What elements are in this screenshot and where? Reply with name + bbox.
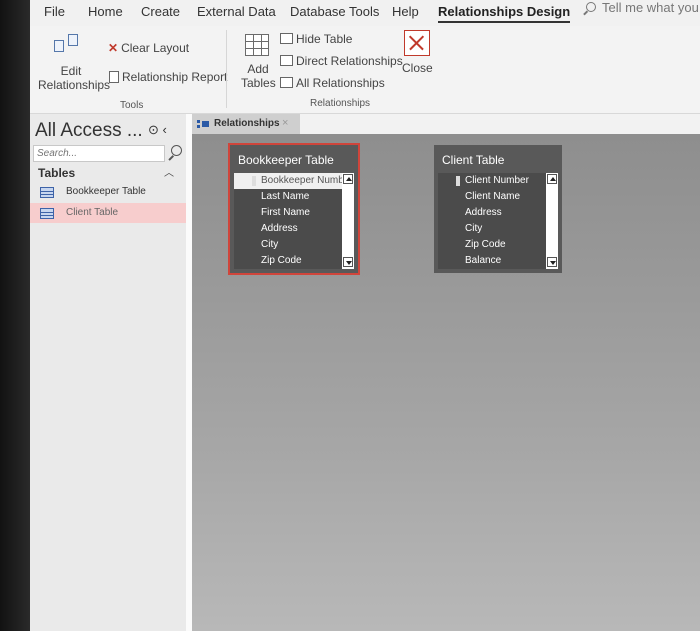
table-box-client[interactable]: Client Table Client Number Client Name A… <box>434 145 562 273</box>
document-tab-bar: Relationships × <box>192 114 700 134</box>
direct-relationships-button[interactable]: Direct Relationships <box>280 54 403 68</box>
hide-table-button[interactable]: Hide Table <box>280 32 352 46</box>
monitor-bezel <box>0 0 30 631</box>
field-label: Client Number <box>465 175 529 186</box>
key-icon <box>456 176 460 186</box>
field-label: Zip Code <box>465 239 506 250</box>
menu-tabs: File Home Create External Data Database … <box>30 0 700 26</box>
nav-pane-title[interactable]: All Access ... <box>35 120 143 142</box>
field-list: Bookkeeper Number Last Name First Name A… <box>234 173 354 269</box>
tell-me-search[interactable]: Tell me what you <box>586 0 699 15</box>
search-icon <box>586 2 596 12</box>
nav-search-input[interactable] <box>33 145 165 162</box>
tab-help[interactable]: Help <box>392 4 419 19</box>
table-box-title[interactable]: Client Table <box>434 145 504 173</box>
all-relationships-label: All Relationships <box>296 76 385 90</box>
field-item[interactable]: City <box>438 221 546 237</box>
close-tab-icon[interactable]: × <box>282 117 288 129</box>
hide-table-icon <box>280 33 293 44</box>
all-relationships-icon <box>280 77 293 88</box>
tab-relationships[interactable]: Relationships × <box>192 114 300 134</box>
table-box-title[interactable]: Bookkeeper Table <box>230 145 334 173</box>
relationship-report-button[interactable]: Relationship Report <box>109 70 227 84</box>
field-item[interactable]: Client Name <box>438 189 546 205</box>
field-label: Balance <box>465 255 502 266</box>
tab-database-tools[interactable]: Database Tools <box>290 4 379 19</box>
field-item[interactable]: Zip Code <box>438 237 546 253</box>
table-box-bookkeeper[interactable]: Bookkeeper Table Bookkeeper Number Last … <box>228 143 360 275</box>
field-item[interactable]: Address <box>438 205 546 221</box>
field-item[interactable]: Bookkeeper Number <box>234 173 353 189</box>
tab-file[interactable]: File <box>44 4 65 19</box>
tab-external-data[interactable]: External Data <box>197 4 276 19</box>
nav-item-label: Client Table <box>66 207 119 218</box>
close-button-label[interactable]: Close <box>402 61 433 75</box>
nav-item-client-table[interactable]: Client Table <box>30 203 186 223</box>
field-label: First Name <box>261 207 310 218</box>
tab-relationships-label: Relationships <box>214 118 280 129</box>
add-tables-icon <box>245 34 269 56</box>
field-label: Client Name <box>465 191 521 202</box>
field-item[interactable]: First Name <box>234 205 342 221</box>
close-icon[interactable] <box>404 30 430 56</box>
nav-section-tables[interactable]: Tables <box>38 166 75 180</box>
clear-layout-icon: ✕ <box>108 41 119 55</box>
search-icon[interactable] <box>168 145 182 159</box>
tab-relationships-design[interactable]: Relationships Design <box>438 4 571 23</box>
add-tables-button[interactable]: Add Tables <box>241 62 276 90</box>
direct-relationships-icon <box>280 55 293 66</box>
direct-relationships-label: Direct Relationships <box>296 54 403 68</box>
scroll-down-arrow-icon[interactable] <box>547 257 557 267</box>
field-label: Address <box>465 207 502 218</box>
field-scrollbar[interactable] <box>342 173 354 269</box>
ribbon-separator <box>226 30 227 108</box>
scroll-up-arrow-icon[interactable] <box>547 174 557 184</box>
relationship-report-icon <box>109 71 119 83</box>
field-scrollbar[interactable] <box>546 173 558 269</box>
field-label: City <box>261 239 279 250</box>
access-window: File Home Create External Data Database … <box>30 0 700 631</box>
nav-item-bookkeeper-table[interactable]: Bookkeeper Table <box>30 182 186 202</box>
clear-layout-button[interactable]: ✕ Clear Layout <box>108 41 189 55</box>
nav-item-label: Bookkeeper Table <box>66 186 146 197</box>
scroll-down-arrow-icon[interactable] <box>343 257 353 267</box>
tell-me-label: Tell me what you <box>602 0 699 15</box>
all-relationships-button[interactable]: All Relationships <box>280 76 385 90</box>
tab-home[interactable]: Home <box>88 4 123 19</box>
tab-create[interactable]: Create <box>141 4 180 19</box>
edit-relationships-button[interactable]: Edit Relationships <box>38 64 110 92</box>
relationships-group-label: Relationships <box>310 98 371 109</box>
tools-group-label: Tools <box>120 100 144 111</box>
field-label: Bookkeeper Number <box>261 175 353 186</box>
chevron-up-icon[interactable]: ︿ <box>164 164 174 179</box>
field-list: Client Number Client Name Address City Z… <box>438 173 558 269</box>
table-icon <box>40 187 54 198</box>
relationships-canvas[interactable]: Bookkeeper Table Bookkeeper Number Last … <box>192 134 700 631</box>
edit-relationships-icon <box>54 34 80 56</box>
scroll-up-arrow-icon[interactable] <box>343 174 353 184</box>
field-item[interactable]: Address <box>234 221 342 237</box>
field-item[interactable]: Balance <box>438 253 546 269</box>
field-item[interactable]: City <box>234 237 342 253</box>
navigation-pane: All Access ... ⊙ ‹ Tables ︿ Bookkeeper T… <box>30 114 186 631</box>
field-item[interactable]: Client Number <box>438 173 546 189</box>
ribbon: Edit Relationships ✕ Clear Layout Relatio… <box>30 26 700 114</box>
relationships-icon <box>197 119 209 129</box>
field-item[interactable]: Zip Code <box>234 253 342 269</box>
relationship-report-label: Relationship Report <box>122 70 228 84</box>
table-icon <box>40 208 54 219</box>
field-label: Last Name <box>261 191 310 202</box>
hide-table-label: Hide Table <box>296 32 353 46</box>
field-label: City <box>465 223 483 234</box>
field-label: Zip Code <box>261 255 302 266</box>
clear-layout-label: Clear Layout <box>121 41 190 55</box>
field-item[interactable]: Last Name <box>234 189 342 205</box>
key-icon <box>252 176 256 186</box>
nav-pane-controls[interactable]: ⊙ ‹ <box>148 122 167 138</box>
field-label: Address <box>261 223 298 234</box>
